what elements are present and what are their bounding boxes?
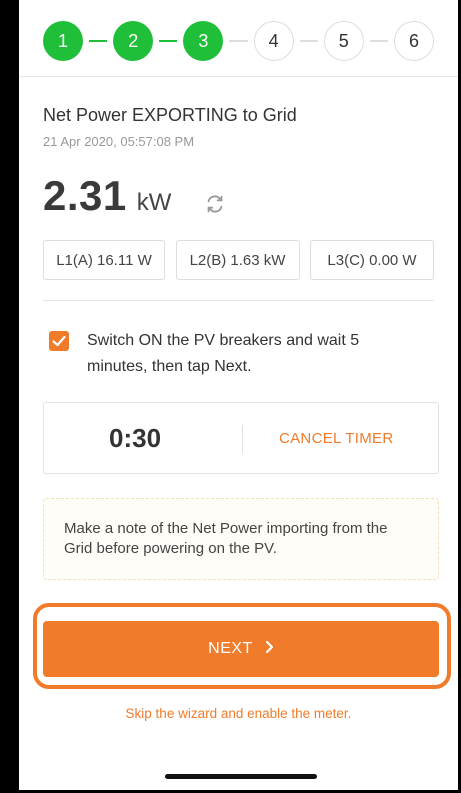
note-text: Make a note of the Net Power importing f… — [64, 520, 388, 557]
cancel-timer-button[interactable]: CANCEL TIMER — [279, 430, 393, 447]
step-connector — [299, 40, 318, 42]
timer-countdown: 0:30 — [109, 423, 162, 453]
next-button[interactable]: NEXT — [43, 621, 439, 677]
divider — [19, 76, 458, 77]
phase-l3: L3(C) 0.00 W — [310, 240, 434, 280]
page-title: Net Power EXPORTING to Grid — [43, 105, 297, 125]
divider — [242, 425, 243, 453]
step-connector — [89, 40, 108, 42]
step-connector — [229, 40, 248, 42]
chevron-right-icon — [265, 640, 274, 659]
step-3: 3 — [183, 21, 224, 61]
timer-panel: 0:30 CANCEL TIMER — [43, 402, 439, 474]
step-1: 1 — [43, 21, 83, 61]
next-button-label: NEXT — [208, 640, 253, 657]
instruction-text: Switch ON the PV breakers and wait 5 min… — [87, 332, 360, 375]
power-reading: 2.31 kW — [43, 172, 171, 220]
phase-l2: L2(B) 1.63 kW — [175, 240, 300, 280]
phase-l1: L1(A) 16.11 W — [43, 240, 165, 280]
step-2: 2 — [113, 21, 154, 61]
skip-wizard-link[interactable]: Skip the wizard and enable the meter. — [19, 706, 458, 721]
power-unit: kW — [136, 189, 172, 216]
timestamp: 21 Apr 2020, 05:57:08 PM — [43, 134, 195, 149]
power-value: 2.31 — [43, 172, 127, 219]
step-connector — [369, 40, 389, 42]
refresh-icon[interactable] — [204, 193, 226, 215]
note-box: Make a note of the Net Power importing f… — [43, 498, 439, 580]
step-5: 5 — [323, 21, 364, 61]
home-indicator — [165, 774, 317, 779]
phase-readings: L1(A) 16.11 W L2(B) 1.63 kW L3(C) 0.00 W — [43, 240, 434, 280]
divider — [43, 300, 434, 301]
step-connector — [159, 40, 178, 42]
screen: 1 2 3 4 5 6 Net Power EXPORTING to Grid … — [19, 0, 458, 790]
pv-breaker-checkbox[interactable] — [49, 331, 69, 351]
progress-stepper: 1 2 3 4 5 6 — [43, 20, 435, 62]
step-4: 4 — [253, 21, 294, 61]
step-6: 6 — [394, 21, 435, 61]
checkmark-icon — [52, 335, 66, 347]
